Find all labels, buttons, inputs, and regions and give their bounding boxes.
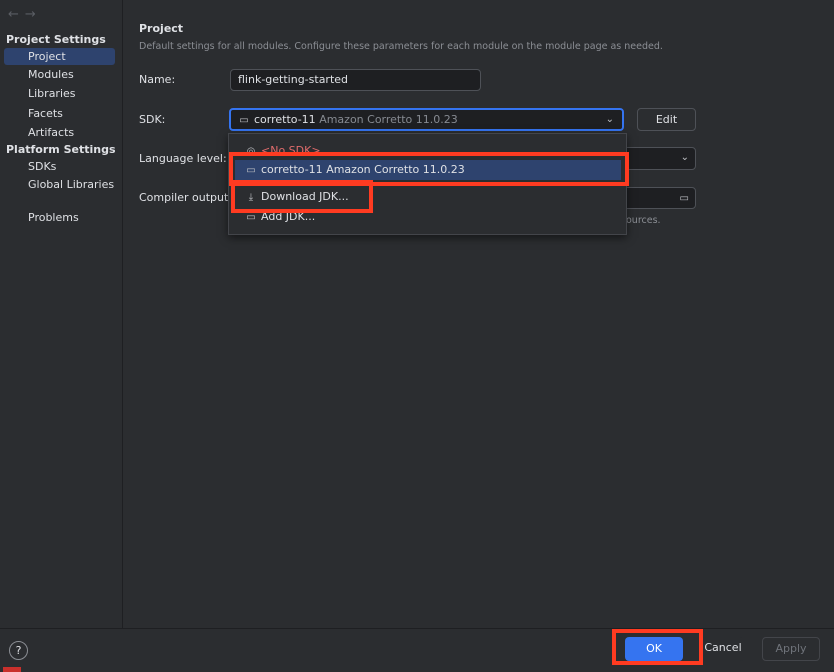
ok-button[interactable]: OK	[625, 637, 683, 661]
back-arrow-icon[interactable]: ←	[8, 7, 25, 22]
sdk-name: corretto-11	[254, 113, 316, 126]
add-jdk-option[interactable]: ▭ Add JDK...	[235, 207, 621, 227]
compiler-output-field[interactable]: ▭	[622, 187, 696, 209]
sdk-combobox[interactable]: ▭ corretto-11 Amazon Corretto 11.0.23 ⌄	[229, 108, 624, 131]
folder-sdk-icon: ▭	[246, 165, 256, 176]
compiler-output-hint: ources.	[626, 215, 661, 226]
folder-add-icon: ▭	[246, 212, 256, 223]
sdk-label: SDK:	[139, 113, 166, 126]
cancel-button[interactable]: Cancel	[702, 637, 744, 661]
apply-button[interactable]: Apply	[762, 637, 820, 661]
sidebar-item-project[interactable]: Project	[4, 48, 115, 65]
nav-arrows: ←→	[8, 7, 42, 22]
download-icon: ⤓	[248, 192, 254, 203]
sidebar-item-modules[interactable]: Modules	[4, 66, 115, 83]
name-label: Name:	[139, 73, 176, 86]
page-title: Project	[139, 22, 184, 35]
sidebar-item-libraries[interactable]: Libraries	[4, 85, 115, 102]
settings-sidebar: ←→ Project Settings Project Modules Libr…	[0, 0, 123, 628]
sidebar-item-facets[interactable]: Facets	[4, 105, 115, 122]
language-level-label: Language level:	[139, 152, 227, 165]
folder-sdk-icon: ▭	[239, 115, 249, 126]
sdk-dropdown-popup: ◎ <No SDK> ▭ corretto-11 Amazon Corretto 1…	[228, 133, 627, 235]
corretto-11-option[interactable]: ▭ corretto-11 Amazon Corretto 11.0.23	[235, 160, 621, 180]
sidebar-item-artifacts[interactable]: Artifacts	[4, 124, 115, 141]
edit-sdk-button[interactable]: Edit	[637, 108, 696, 131]
status-indicator	[3, 667, 21, 672]
download-jdk-option[interactable]: ⤓ Download JDK...	[235, 187, 621, 207]
platform-settings-header: Platform Settings	[6, 143, 116, 156]
language-level-combobox[interactable]: ⌄	[622, 147, 696, 170]
no-sdk-option[interactable]: ◎ <No SDK>	[235, 141, 621, 161]
forward-arrow-icon[interactable]: →	[25, 7, 42, 22]
project-settings-header: Project Settings	[6, 33, 106, 46]
sidebar-item-global-libraries[interactable]: Global Libraries	[4, 176, 115, 193]
sidebar-item-sdks[interactable]: SDKs	[4, 158, 115, 175]
dialog-footer: ? OK Cancel Apply	[0, 628, 834, 672]
compiler-output-label: Compiler output:	[139, 191, 232, 204]
help-icon[interactable]: ?	[9, 641, 28, 660]
sdk-version: Amazon Corretto 11.0.23	[319, 113, 458, 126]
folder-browse-icon[interactable]: ▭	[680, 189, 689, 209]
globe-icon: ◎	[246, 146, 256, 157]
project-name-field[interactable]: flink-getting-started	[230, 69, 481, 91]
page-description: Default settings for all modules. Config…	[139, 41, 663, 52]
project-settings-panel: Project Default settings for all modules…	[124, 0, 834, 628]
chevron-down-icon: ⌄	[605, 114, 614, 125]
sidebar-item-problems[interactable]: Problems	[4, 209, 115, 226]
chevron-down-icon: ⌄	[680, 152, 689, 163]
